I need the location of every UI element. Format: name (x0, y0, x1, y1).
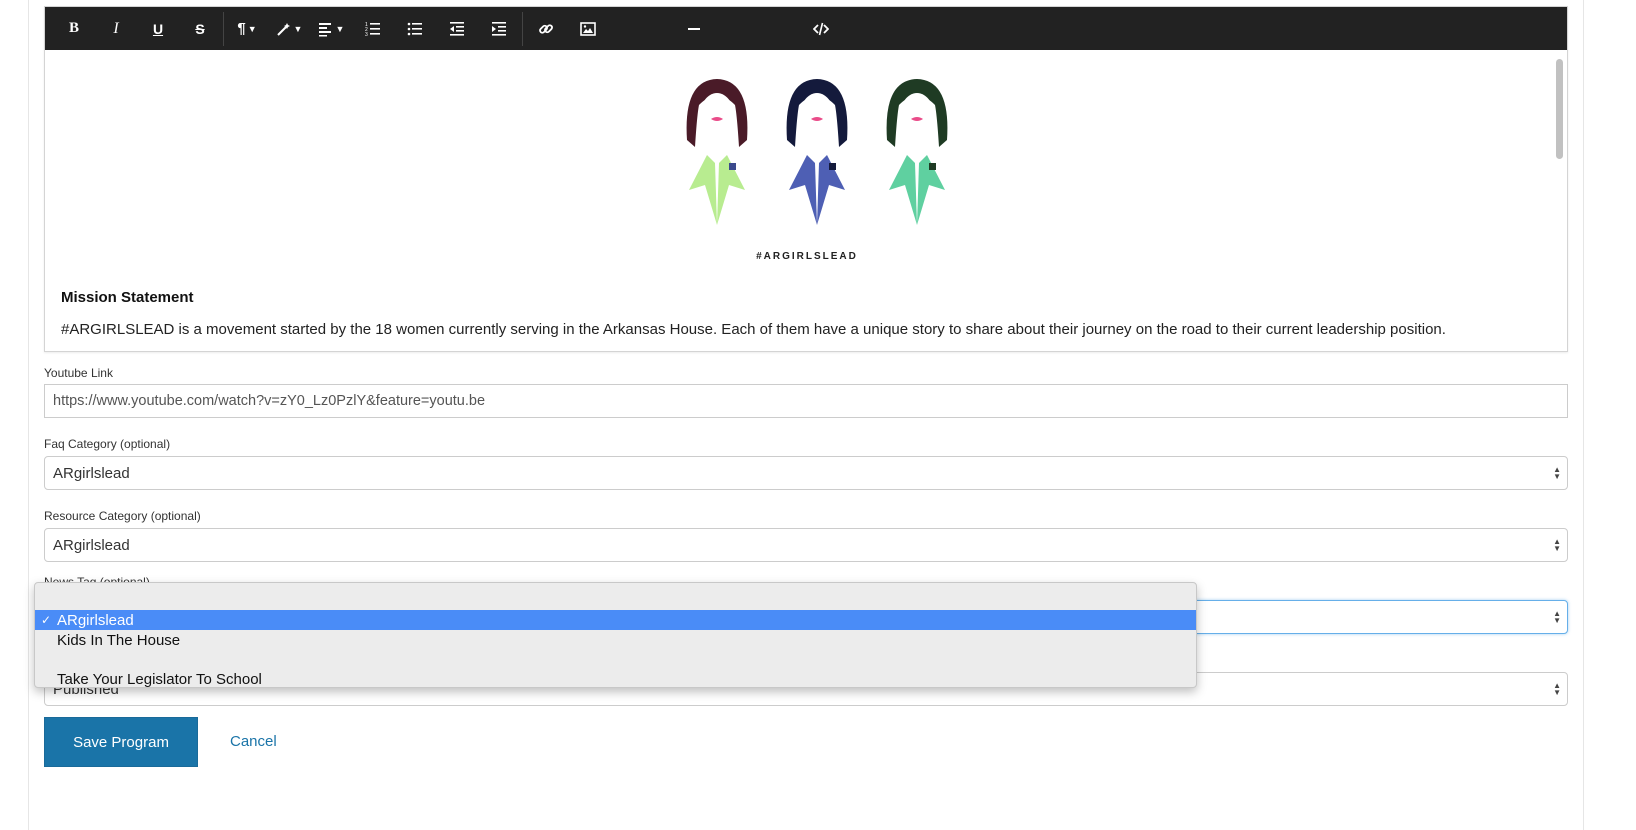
align-icon[interactable]: ▼ (310, 7, 352, 50)
resource-category-label: Resource Category (optional) (44, 509, 201, 523)
page-border-right (1583, 0, 1584, 830)
toolbar-separator (522, 11, 523, 46)
editor-toolbar: B I U S ¶ ▼ ▼ ▼ 123 (45, 7, 1567, 50)
unordered-list-icon[interactable] (394, 7, 436, 50)
dropdown-option[interactable]: Kids In The House (35, 630, 1196, 650)
ordered-list-icon[interactable]: 123 (352, 7, 394, 50)
strikethrough-icon[interactable]: S (179, 7, 221, 50)
news-tag-dropdown: ✓ ARgirlslead Kids In The House Take You… (34, 582, 1197, 688)
checkmark-icon: ✓ (41, 613, 52, 627)
dropdown-option-label: ARgirlslead (57, 611, 134, 629)
indent-icon[interactable] (478, 7, 520, 50)
italic-icon[interactable]: I (95, 7, 137, 50)
dropdown-option[interactable]: Take Your Legislator To School (35, 669, 1196, 689)
outdent-icon[interactable] (436, 7, 478, 50)
hashtag-caption: #ARGIRLSLEAD (756, 251, 858, 262)
editor-scrollbar[interactable] (1556, 59, 1563, 159)
faq-category-label: Faq Category (optional) (44, 437, 171, 451)
resource-category-value: ARgirlslead (53, 536, 130, 554)
link-icon[interactable] (525, 7, 567, 50)
select-arrows-icon: ▲ ▼ (1553, 465, 1561, 481)
mission-title: Mission Statement (61, 289, 194, 306)
youtube-link-input[interactable] (44, 384, 1568, 418)
youtube-link-label: Youtube Link (44, 366, 113, 380)
code-view-icon[interactable] (800, 7, 842, 50)
select-arrows-icon: ▲ ▼ (1553, 537, 1561, 553)
bold-icon[interactable]: B (53, 7, 95, 50)
page-border-left (28, 0, 29, 830)
paragraph-icon[interactable]: ¶ ▼ (226, 7, 268, 50)
mission-text: #ARGIRLSLEAD is a movement started by th… (61, 321, 1446, 338)
resource-category-select[interactable]: ARgirlslead ▲ ▼ (44, 528, 1568, 562)
svg-text:3: 3 (365, 32, 368, 37)
horizontal-rule-icon[interactable] (673, 7, 715, 50)
dropdown-option[interactable]: ✓ ARgirlslead (35, 610, 1196, 630)
dropdown-option-label: Take Your Legislator To School (57, 670, 262, 688)
argirlslead-logo-image (686, 79, 948, 225)
editor-content[interactable] (45, 51, 1567, 351)
faq-category-select[interactable]: ARgirlslead ▲ ▼ (44, 456, 1568, 490)
select-arrows-icon: ▲ ▼ (1553, 609, 1561, 625)
toolbar-separator (223, 11, 224, 46)
image-icon[interactable] (567, 7, 609, 50)
faq-category-value: ARgirlslead (53, 464, 130, 482)
cancel-link[interactable]: Cancel (230, 733, 277, 750)
save-program-button[interactable]: Save Program (44, 717, 198, 767)
magic-style-icon[interactable]: ▼ (268, 7, 310, 50)
underline-icon[interactable]: U (137, 7, 179, 50)
rich-text-editor: B I U S ¶ ▼ ▼ ▼ 123 #ARGIRLSLEAD Mission… (44, 6, 1568, 352)
select-arrows-icon: ▲ ▼ (1553, 681, 1561, 697)
dropdown-option-label: Kids In The House (57, 631, 181, 649)
